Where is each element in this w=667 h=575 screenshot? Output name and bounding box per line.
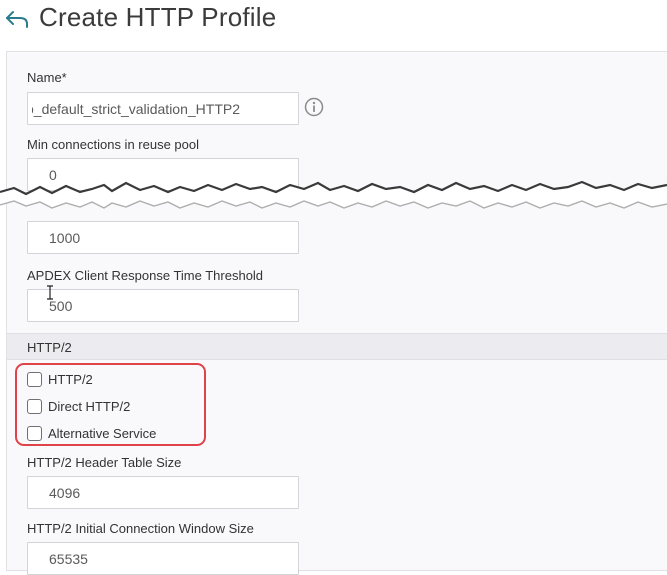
initial-window-size-label: HTTP/2 Initial Connection Window Size (27, 521, 254, 536)
min-connections-label: Min connections in reuse pool (27, 137, 199, 152)
http2-section-header[interactable]: HTTP/2 (7, 333, 667, 360)
alternative-service-checkbox-label: Alternative Service (48, 426, 157, 441)
apdex-input[interactable] (27, 289, 299, 322)
name-label: Name* (27, 70, 67, 85)
min-connections-input[interactable] (27, 158, 299, 191)
obscured-field-input[interactable] (27, 221, 299, 254)
page-title: Create HTTP Profile (39, 2, 277, 32)
http2-checkbox[interactable] (27, 372, 42, 387)
name-input[interactable] (27, 92, 299, 125)
http2-checkbox-label: HTTP/2 (48, 372, 93, 387)
header-table-size-label: HTTP/2 Header Table Size (27, 455, 182, 470)
page-header: Create HTTP Profile (0, 0, 667, 40)
apdex-label: APDEX Client Response Time Threshold (27, 268, 264, 283)
header-table-size-input[interactable] (27, 476, 299, 509)
direct-http2-checkbox[interactable] (27, 399, 42, 414)
section-title: HTTP/2 (27, 340, 72, 355)
info-icon[interactable] (304, 97, 324, 117)
direct-http2-checkbox-label: Direct HTTP/2 (48, 399, 131, 414)
back-arrow-icon[interactable] (4, 7, 30, 31)
alternative-service-checkbox[interactable] (27, 426, 42, 441)
